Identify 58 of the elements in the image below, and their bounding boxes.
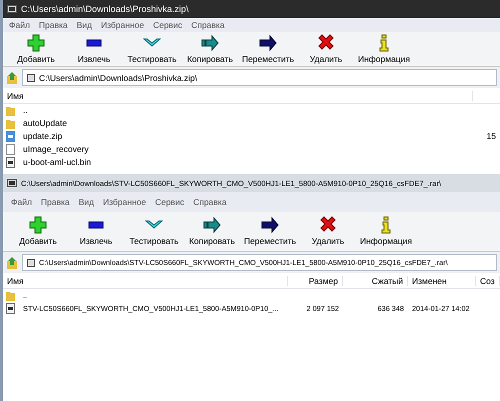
plus-icon xyxy=(29,216,47,234)
toolbar-button[interactable]: Переместить xyxy=(241,216,299,246)
toolbar-button[interactable]: Копировать xyxy=(181,34,239,64)
arrow-icon xyxy=(203,216,221,234)
toolbar-button[interactable]: Тестировать xyxy=(125,216,183,246)
menu-item[interactable]: Справка xyxy=(191,20,225,30)
file-name: autoUpdate xyxy=(22,117,68,130)
file-size: 15 xyxy=(486,130,497,143)
app-icon xyxy=(7,5,17,13)
menu-item[interactable]: Файл xyxy=(9,20,30,30)
toolbar-button[interactable]: Извлечь xyxy=(67,216,125,246)
file-name: .. xyxy=(22,104,29,117)
menu-item[interactable]: Сервис xyxy=(153,20,182,30)
column-header[interactable]: Имя xyxy=(3,90,473,100)
toolbar-button[interactable]: Удалить xyxy=(297,34,355,64)
toolbar-button[interactable]: Добавить xyxy=(9,216,67,246)
column-header[interactable]: Соз xyxy=(476,276,500,286)
column-header[interactable]: Имя xyxy=(3,276,288,286)
menu-item[interactable]: Вид xyxy=(76,20,92,30)
toolbar-button[interactable]: Информация xyxy=(355,34,413,64)
file-icon xyxy=(6,303,15,314)
folder-up-icon[interactable] xyxy=(6,72,18,84)
menu-item[interactable]: Вид xyxy=(78,197,94,207)
column-header[interactable]: Изменен xyxy=(408,276,476,286)
folder-icon xyxy=(6,105,15,116)
file-icon xyxy=(6,157,15,168)
toolbar-button[interactable]: Тестировать xyxy=(123,34,181,64)
file-name: update.zip xyxy=(22,130,64,143)
arrow-icon xyxy=(201,34,219,52)
toolbar-button[interactable]: Информация xyxy=(357,216,415,246)
toolbar-button[interactable]: Удалить xyxy=(299,216,357,246)
folder-icon xyxy=(6,118,15,129)
menu-item[interactable]: Избранное xyxy=(103,197,146,207)
path-field[interactable]: C:\Users\admin\Downloads\Proshivka.zip\ xyxy=(22,69,497,86)
folder-up-icon[interactable] xyxy=(6,256,18,268)
toolbar-button[interactable]: Добавить xyxy=(7,34,65,64)
menu-item[interactable]: Сервис xyxy=(155,197,184,207)
toolbar-button[interactable]: Копировать xyxy=(183,216,241,246)
menu-item[interactable]: Правка xyxy=(38,20,68,30)
column-header[interactable]: Сжатый xyxy=(343,276,408,286)
toolbar-button[interactable]: Переместить xyxy=(239,34,297,64)
column-header[interactable]: Размер xyxy=(288,276,343,286)
menu-item[interactable]: Избранное xyxy=(101,20,144,30)
cross-icon xyxy=(317,34,335,52)
app-icon xyxy=(7,179,17,187)
toolbar-button[interactable]: Извлечь xyxy=(65,34,123,64)
menu-item[interactable]: Правка xyxy=(40,197,70,207)
cross-icon xyxy=(319,216,337,234)
file-name: uImage_recovery xyxy=(22,143,90,156)
menu-item[interactable]: Справка xyxy=(193,197,227,207)
window-title: C:\Users\admin\Downloads\Proshivka.zip\ xyxy=(21,4,189,14)
file-name: u-boot-aml-ucl.bin xyxy=(22,156,92,169)
menu-item[interactable]: Файл xyxy=(11,197,32,207)
file-icon xyxy=(6,144,15,155)
arrow-icon xyxy=(259,34,277,52)
plus-icon xyxy=(27,34,45,52)
arrow-icon xyxy=(261,216,279,234)
folder-icon xyxy=(6,290,15,301)
